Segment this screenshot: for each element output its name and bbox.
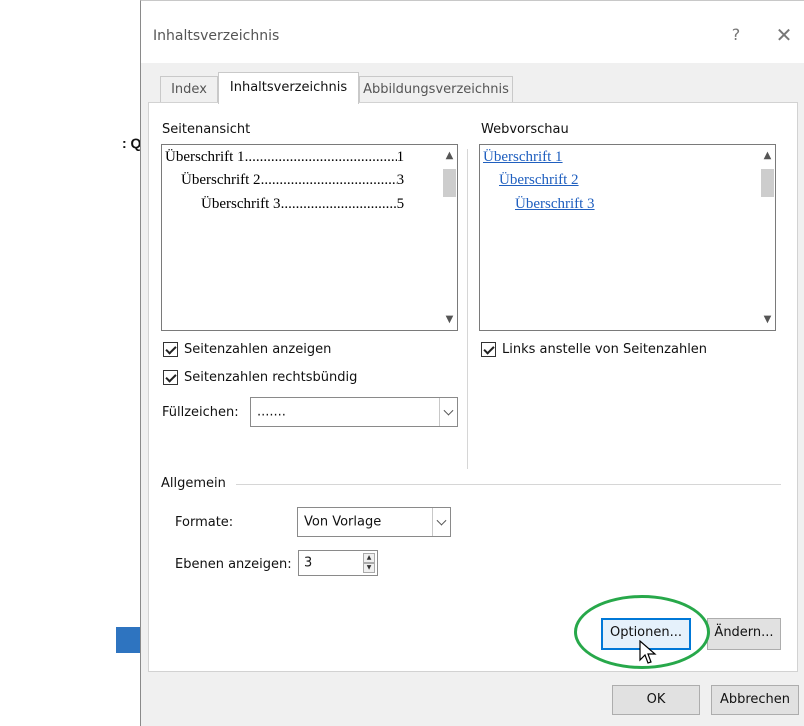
levels-label: Ebenen anzeigen: [175,557,292,572]
links-instead-checkbox[interactable] [481,342,496,357]
scrollbar-thumb[interactable] [443,169,456,197]
web-preview-link[interactable]: Überschrift 2 [499,172,579,189]
toc-entry-page: 3 [396,172,405,188]
toc-line: Überschrift 1...........................… [165,149,405,165]
mouse-pointer-icon [639,640,657,664]
tab-table-of-figures[interactable]: Abbildungsverzeichnis [359,76,513,103]
help-button[interactable]: ? [721,21,751,49]
modify-button[interactable]: Ändern... [707,618,781,650]
toc-entry-page: 5 [396,196,405,212]
toc-entry-text: Überschrift 1 [165,149,245,165]
chevron-down-icon[interactable] [432,508,450,536]
general-group-line [236,484,781,485]
formats-label: Formate: [175,515,234,530]
toc-line: Überschrift 3...........................… [201,196,405,212]
ok-button[interactable]: OK [612,685,700,715]
spin-up-icon[interactable]: ▲ [363,553,375,563]
scroll-down-icon[interactable]: ▼ [441,311,458,328]
web-preview-label: Webvorschau [481,122,569,137]
scroll-up-icon[interactable]: ▲ [759,147,776,164]
toc-line: Überschrift 2...........................… [181,172,405,188]
scroll-down-icon[interactable]: ▼ [759,311,776,328]
tab-leader-select[interactable]: ....... [250,397,458,427]
tab-leader-label: Füllzeichen: [162,405,239,420]
tab-index[interactable]: Index [160,76,218,103]
web-preview-link[interactable]: Überschrift 3 [515,196,595,213]
cancel-button[interactable]: Abbrechen [711,685,799,715]
background-text-fragment: : Q [122,135,142,151]
web-preview-link[interactable]: Überschrift 1 [483,149,563,166]
print-preview-scrollbar[interactable]: ▲ ▼ [440,145,457,330]
toc-entry-page: 1 [396,149,405,165]
tab-leader-value: ....... [257,404,286,420]
levels-value: 3 [304,555,313,571]
tab-table-of-contents[interactable]: Inhaltsverzeichnis [218,72,359,104]
scrollbar-thumb[interactable] [761,169,774,197]
web-preview-scrollbar[interactable]: ▲ ▼ [758,145,775,330]
show-page-numbers-label[interactable]: Seitenzahlen anzeigen [184,342,331,357]
general-group-label: Allgemein [161,476,226,491]
right-align-label[interactable]: Seitenzahlen rechtsbündig [184,370,357,385]
chevron-down-icon[interactable] [439,398,457,426]
print-preview-box: Überschrift 1...........................… [161,144,458,331]
print-preview-label: Seitenansicht [162,122,251,137]
toc-entry-text: Überschrift 2 [181,172,261,188]
right-align-checkbox[interactable] [163,370,178,385]
formats-select[interactable]: Von Vorlage [297,507,451,537]
column-divider [467,149,468,469]
spin-down-icon[interactable]: ▼ [363,563,375,573]
scroll-up-icon[interactable]: ▲ [441,147,458,164]
close-button[interactable]: ✕ [769,21,799,49]
show-page-numbers-checkbox[interactable] [163,342,178,357]
dialog-titlebar: Inhaltsverzeichnis ? ✕ [141,1,804,63]
levels-spinner[interactable]: 3 ▲ ▼ [298,550,378,576]
links-instead-label[interactable]: Links anstelle von Seitenzahlen [502,342,707,357]
dialog-title: Inhaltsverzeichnis [153,28,280,44]
toc-entry-text: Überschrift 3 [201,196,281,212]
formats-value: Von Vorlage [304,514,382,530]
web-preview-box: Überschrift 1 Überschrift 2 Überschrift … [479,144,776,331]
